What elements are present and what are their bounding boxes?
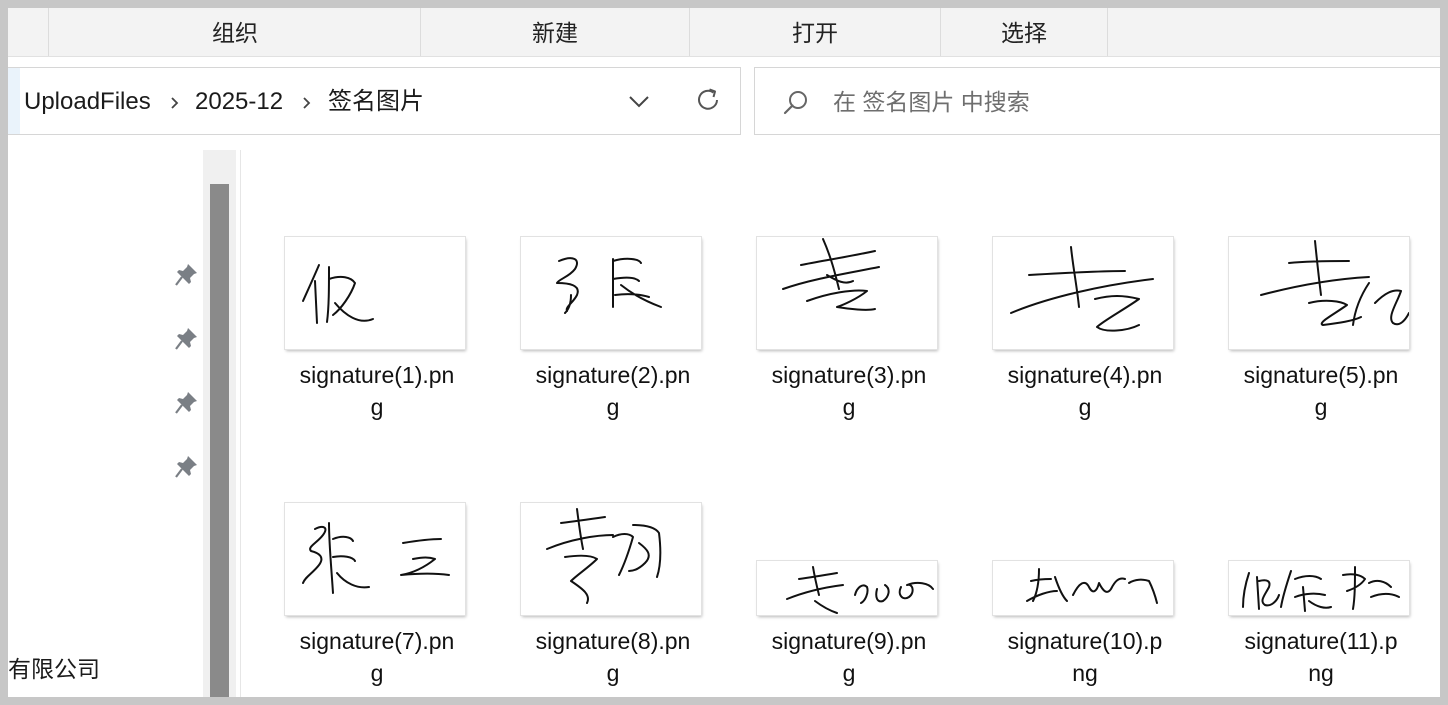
file-name: signature(1).pn [299,362,455,388]
file-item[interactable]: signature(2).pn g [513,237,713,437]
nav-item-company[interactable]: 有限公司 [8,650,100,684]
file-name: signature(8).pn [535,628,691,654]
file-thumbnail [1229,561,1409,615]
file-name: g [606,660,620,686]
search-icon [783,91,807,115]
command-separator [48,8,49,56]
file-name: signature(3).pn [771,362,927,388]
file-name: g [370,660,384,686]
chevron-down-icon[interactable] [624,86,654,116]
file-name: ng [1308,660,1334,686]
file-name: g [370,394,384,420]
file-item[interactable]: signature(11).p ng [1221,503,1421,697]
file-name: ng [1072,660,1098,686]
file-name: signature(5).pn [1243,362,1399,388]
chevron-right-icon[interactable] [168,96,182,110]
organize-button[interactable]: 组织 [50,8,420,56]
open-button[interactable]: 打开 [690,8,940,56]
file-name: g [842,394,856,420]
search-input[interactable] [833,86,1393,118]
nav-scrollbar-thumb[interactable] [210,184,229,697]
pane-divider[interactable] [240,150,241,697]
file-name: g [842,660,856,686]
file-item[interactable]: signature(4).pn g [985,237,1185,437]
file-thumbnail [993,561,1173,615]
refresh-icon[interactable] [692,84,724,116]
file-item[interactable]: signature(10).p ng [985,503,1185,697]
pin-icon[interactable] [175,390,199,414]
file-item[interactable]: signature(8).pn g [513,503,713,697]
file-item[interactable]: signature(5).pn g [1221,237,1421,437]
file-name: signature(7).pn [299,628,455,654]
file-item[interactable]: signature(3).pn g [749,237,949,437]
address-bar[interactable]: UploadFiles 2025-12 签名图片 [8,67,741,135]
pin-icon[interactable] [175,326,199,350]
file-item[interactable]: signature(9).pn g [749,503,949,697]
new-button[interactable]: 新建 [421,8,689,56]
file-thumbnail [757,237,937,349]
file-item[interactable]: signature(7).pn g [277,503,477,697]
select-button[interactable]: 选择 [941,8,1107,56]
file-thumbnail [1229,237,1409,349]
chevron-right-icon[interactable] [300,96,314,110]
file-name: signature(10).p [1007,628,1163,654]
file-name: signature(2).pn [535,362,691,388]
navigation-pane: 有限公司 [8,150,204,697]
file-thumbnail [285,503,465,615]
file-thumbnail [993,237,1173,349]
file-thumbnail [757,561,937,615]
breadcrumb-uploadfiles[interactable]: UploadFiles [24,87,151,117]
breadcrumb-signature-images[interactable]: 签名图片 [328,87,424,117]
address-bar-accent [8,68,20,134]
file-name: g [606,394,620,420]
file-name: g [1314,394,1328,420]
file-thumbnail [521,237,701,349]
pin-icon[interactable] [175,454,199,478]
search-box[interactable] [754,67,1440,135]
file-name: g [1078,394,1092,420]
command-bar: 组织 新建 打开 选择 [8,8,1440,57]
file-name: signature(9).pn [771,628,927,654]
file-thumbnail [285,237,465,349]
pin-icon[interactable] [175,262,199,286]
command-separator [1107,8,1108,56]
file-item[interactable]: signature(1).pn g [277,237,477,437]
file-name: signature(4).pn [1007,362,1163,388]
file-name: signature(11).p [1244,628,1398,654]
file-explorer-window: 组织 新建 打开 选择 UploadFiles 2025-12 签名图片 在 签… [8,8,1440,697]
file-thumbnail [521,503,701,615]
breadcrumb-2025-12[interactable]: 2025-12 [195,87,283,117]
